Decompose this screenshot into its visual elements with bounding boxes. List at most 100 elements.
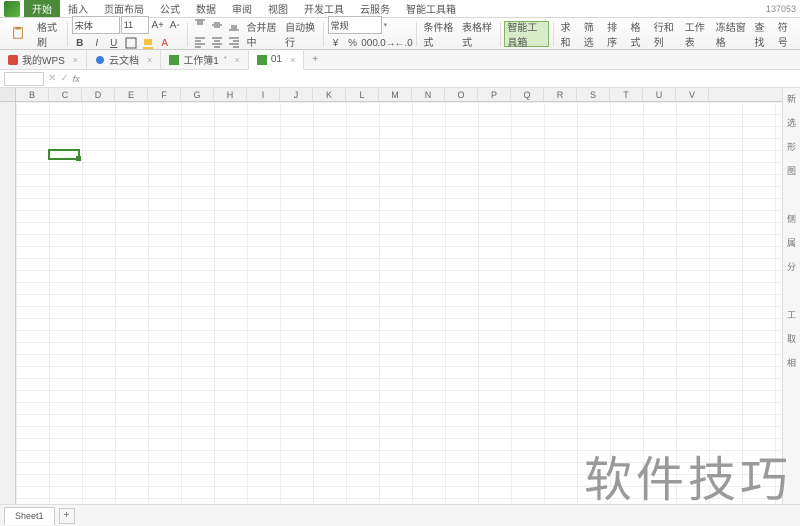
formula-input[interactable] — [84, 72, 796, 86]
fill-handle[interactable] — [76, 156, 81, 161]
cell-area[interactable] — [16, 102, 782, 504]
menu-tab-smart[interactable]: 智能工具箱 — [398, 0, 464, 17]
side-panel-item[interactable]: 图 — [785, 164, 799, 178]
col-header[interactable]: F — [148, 88, 181, 101]
col-header[interactable]: Q — [511, 88, 544, 101]
find-button[interactable]: 查找 — [751, 21, 772, 47]
dec-dec-button[interactable]: ←.0 — [396, 35, 412, 51]
col-header[interactable]: T — [610, 88, 643, 101]
col-header[interactable]: M — [379, 88, 412, 101]
smart-tools-button[interactable]: 智能工具箱 — [504, 21, 548, 47]
side-panel-item[interactable]: 形 — [785, 140, 799, 154]
side-panel-item[interactable]: 分 — [785, 260, 799, 274]
freeze-button[interactable]: 冻结窗格 — [713, 21, 750, 47]
font-name-select[interactable] — [72, 16, 120, 34]
paste-button[interactable] — [4, 21, 32, 47]
col-header[interactable]: L — [346, 88, 379, 101]
format-painter-button[interactable]: 格式刷 — [34, 21, 63, 47]
format-button[interactable]: 格式 — [627, 21, 648, 47]
menu-tab-data[interactable]: 数据 — [188, 0, 224, 17]
select-all-corner[interactable] — [0, 88, 16, 102]
fill-color-button[interactable] — [140, 35, 156, 51]
font-grow-button[interactable]: A+ — [150, 17, 166, 33]
col-header[interactable]: H — [214, 88, 247, 101]
comma-button[interactable]: 000 — [362, 35, 378, 51]
col-header[interactable]: B — [16, 88, 49, 101]
align-center-button[interactable] — [209, 34, 225, 50]
sort-button[interactable]: 排序 — [604, 21, 625, 47]
font-shrink-button[interactable]: A- — [167, 17, 183, 33]
side-panel-item[interactable]: 侧 — [785, 212, 799, 226]
col-header[interactable]: V — [676, 88, 709, 101]
number-format-select[interactable] — [328, 16, 382, 34]
fx-icon[interactable]: fx — [73, 74, 80, 84]
doc-tab-01[interactable]: 01× — [249, 50, 304, 70]
close-icon[interactable]: × — [73, 55, 78, 65]
side-panel-item[interactable] — [785, 188, 799, 202]
side-panel-item[interactable]: 新 — [785, 92, 799, 106]
doc-tab-mywps[interactable]: 我的WPS× — [0, 50, 87, 69]
side-panel-item[interactable]: 工 — [785, 308, 799, 322]
add-sheet-button[interactable]: + — [59, 508, 75, 524]
merge-center-button[interactable]: 合并居中 — [244, 21, 281, 47]
row-headers[interactable] — [0, 102, 16, 504]
col-header[interactable]: G — [181, 88, 214, 101]
menu-tab-layout[interactable]: 页面布局 — [96, 0, 152, 17]
spreadsheet-grid[interactable]: BCDEFGHIJKLMNOPQRSTUV — [0, 88, 782, 504]
col-header[interactable]: S — [577, 88, 610, 101]
rowcol-button[interactable]: 行和列 — [651, 21, 680, 47]
col-header[interactable]: I — [247, 88, 280, 101]
add-tab-button[interactable]: + — [304, 50, 326, 69]
cond-format-button[interactable]: 条件格式 — [420, 21, 457, 47]
col-header[interactable]: J — [280, 88, 313, 101]
menu-tab-insert[interactable]: 插入 — [60, 0, 96, 17]
col-header[interactable]: K — [313, 88, 346, 101]
percent-button[interactable]: % — [345, 35, 361, 51]
menu-tab-formula[interactable]: 公式 — [152, 0, 188, 17]
doc-tab-workbook1[interactable]: 工作簿1*× — [161, 50, 249, 69]
font-color-button[interactable]: A — [157, 35, 173, 51]
side-panel-item[interactable]: 取 — [785, 332, 799, 346]
cancel-icon[interactable]: ✕ — [48, 73, 56, 84]
bold-button[interactable]: B — [72, 35, 88, 51]
align-top-button[interactable] — [192, 17, 208, 33]
border-button[interactable] — [123, 35, 139, 51]
confirm-icon[interactable]: ✓ — [60, 73, 68, 84]
close-icon[interactable]: × — [147, 55, 152, 65]
italic-button[interactable]: I — [89, 35, 105, 51]
currency-button[interactable]: ¥ — [328, 35, 344, 51]
align-bottom-button[interactable] — [226, 17, 242, 33]
menu-tab-cloud[interactable]: 云服务 — [352, 0, 398, 17]
wrap-text-button[interactable]: 自动换行 — [282, 21, 319, 47]
close-icon[interactable]: × — [290, 55, 295, 65]
col-header[interactable]: O — [445, 88, 478, 101]
col-header[interactable]: C — [49, 88, 82, 101]
sheet-tab-active[interactable]: Sheet1 — [4, 507, 55, 525]
table-style-button[interactable]: 表格样式 — [459, 21, 496, 47]
menu-tab-review[interactable]: 审阅 — [224, 0, 260, 17]
menu-tab-view[interactable]: 视图 — [260, 0, 296, 17]
align-right-button[interactable] — [226, 34, 242, 50]
doc-tab-cloud[interactable]: 云文档× — [87, 50, 161, 69]
side-panel-item[interactable] — [785, 284, 799, 298]
col-header[interactable]: E — [115, 88, 148, 101]
side-panel-item[interactable]: 属 — [785, 236, 799, 250]
col-header[interactable]: P — [478, 88, 511, 101]
symbol-button[interactable]: 符号 — [775, 21, 796, 47]
col-header[interactable]: N — [412, 88, 445, 101]
align-left-button[interactable] — [192, 34, 208, 50]
column-headers[interactable]: BCDEFGHIJKLMNOPQRSTUV — [16, 88, 782, 102]
sum-button[interactable]: 求和 — [557, 21, 578, 47]
side-panel-item[interactable]: 相 — [785, 356, 799, 370]
close-icon[interactable]: × — [235, 55, 240, 65]
name-box-input[interactable] — [4, 72, 44, 86]
font-size-select[interactable] — [121, 16, 149, 34]
menu-tab-start[interactable]: 开始 — [24, 0, 60, 17]
menu-tab-dev[interactable]: 开发工具 — [296, 0, 352, 17]
underline-button[interactable]: U — [106, 35, 122, 51]
align-middle-button[interactable] — [209, 17, 225, 33]
col-header[interactable]: U — [643, 88, 676, 101]
col-header[interactable]: R — [544, 88, 577, 101]
filter-button[interactable]: 筛选 — [581, 21, 602, 47]
worksheet-button[interactable]: 工作表 — [682, 21, 711, 47]
